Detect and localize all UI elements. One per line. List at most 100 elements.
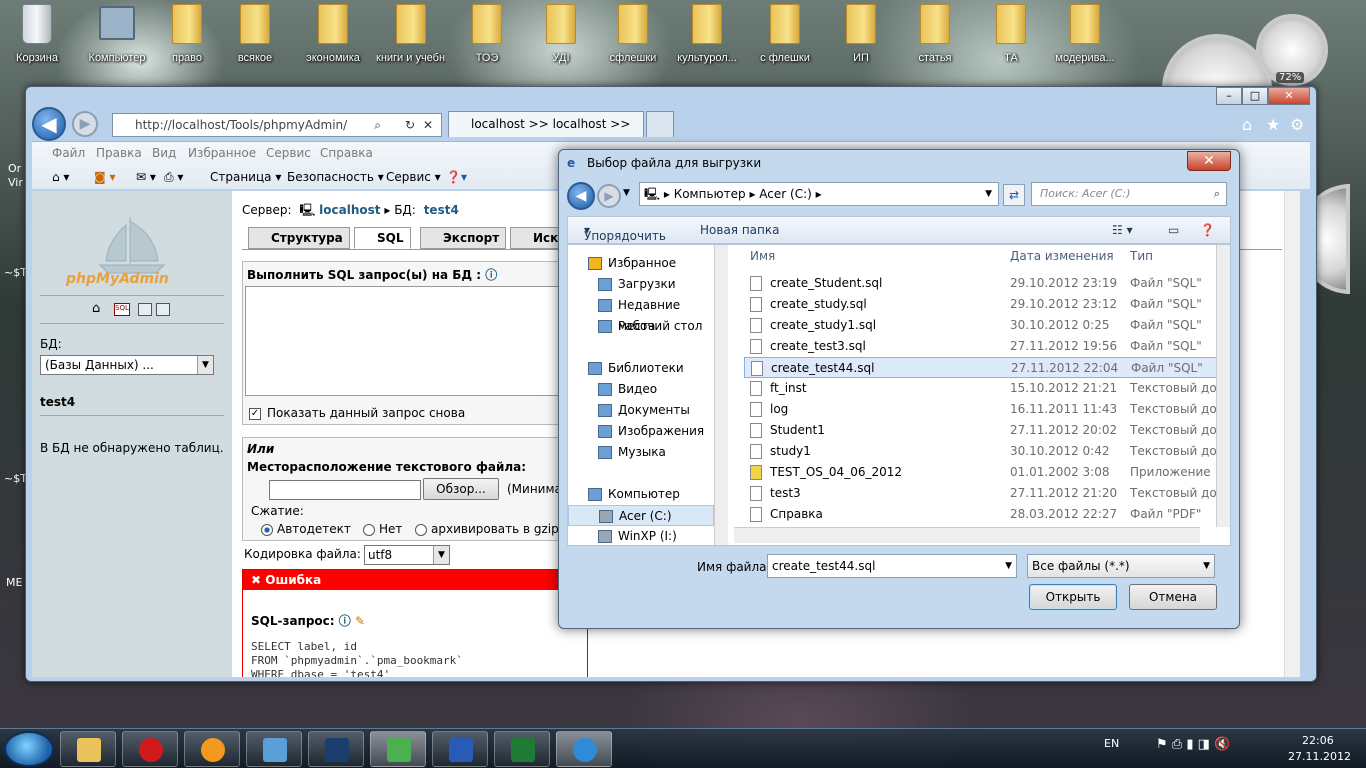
nav-item[interactable]: Рабочий стол bbox=[568, 316, 714, 337]
desktop-icon[interactable]: Компьютер bbox=[82, 4, 152, 66]
open-button[interactable]: Открыть bbox=[1029, 584, 1117, 610]
refresh-icon[interactable]: ⇄ bbox=[1003, 184, 1025, 206]
search-icon[interactable]: ⌕ bbox=[374, 114, 381, 136]
chevron-down-icon[interactable]: ▼ bbox=[433, 546, 449, 564]
nav-item[interactable]: Загрузки bbox=[568, 274, 714, 295]
desktop-icon[interactable]: право bbox=[152, 4, 222, 66]
filename-input[interactable]: create_test44.sql ▼ bbox=[767, 554, 1017, 578]
menu-tools[interactable]: Сервис bbox=[266, 146, 311, 160]
edit-pencil-icon[interactable]: ✎ bbox=[355, 614, 365, 628]
pma-home-icon[interactable]: ⌂ bbox=[92, 301, 100, 316]
nav-item[interactable]: Избранное bbox=[568, 253, 714, 274]
path-drive[interactable]: Acer (C:) bbox=[759, 187, 812, 201]
dialog-close-button[interactable]: ✕ bbox=[1187, 151, 1231, 171]
start-button[interactable] bbox=[4, 731, 54, 767]
file-row[interactable]: create_Student.sql 29.10.2012 23:19 Файл "… bbox=[744, 273, 1224, 294]
recent-pages-icon[interactable]: ▼ bbox=[623, 188, 630, 198]
taskbar-excel[interactable] bbox=[494, 731, 550, 767]
preview-pane-icon[interactable]: ▭ bbox=[1168, 223, 1179, 237]
menu-file[interactable]: Файл bbox=[52, 146, 85, 160]
gear-icon[interactable]: ⚙ bbox=[1290, 115, 1304, 134]
page-menu[interactable]: Страница ▾ bbox=[210, 170, 281, 184]
column-date[interactable]: Дата изменения bbox=[1010, 249, 1114, 263]
file-row[interactable]: log 16.11.2011 11:43 Текстовый докум bbox=[744, 399, 1230, 420]
file-row[interactable]: create_test44.sql 27.11.2012 22:04 Файл "S… bbox=[744, 357, 1224, 378]
help-icon[interactable]: ⓘ bbox=[485, 268, 497, 282]
nav-item[interactable]: Компьютер bbox=[568, 484, 714, 505]
server-link[interactable]: localhost bbox=[319, 203, 380, 217]
new-folder-button[interactable]: Новая папка bbox=[700, 223, 779, 237]
organize-button[interactable]: Упорядочить ▾ bbox=[584, 223, 666, 243]
chevron-down-icon[interactable]: ▼ bbox=[1203, 555, 1210, 577]
desktop-icon[interactable]: с флешки bbox=[750, 4, 820, 66]
desktop-icon[interactable]: ТОЭ bbox=[452, 4, 522, 66]
nav-item[interactable]: Библиотеки bbox=[568, 358, 714, 379]
file-row[interactable]: test3 27.11.2012 21:20 Текстовый докум bbox=[744, 483, 1230, 504]
path-bar[interactable]: 🖳 ▸ Компьютер ▸ Acer (C:) ▸ ▼ bbox=[639, 182, 999, 206]
tab-structure[interactable]: Структура bbox=[248, 227, 350, 249]
desktop-icon[interactable]: сфлешки bbox=[598, 4, 668, 66]
column-type[interactable]: Тип bbox=[1130, 249, 1153, 263]
radio-auto[interactable] bbox=[261, 524, 273, 536]
encoding-select[interactable]: utf8 ▼ bbox=[364, 545, 450, 565]
pma-query-icon[interactable] bbox=[138, 303, 152, 316]
maximize-button[interactable]: □ bbox=[1242, 87, 1268, 105]
tab-sql[interactable]: SQL bbox=[354, 227, 411, 249]
help-icon[interactable]: ❓▾ bbox=[446, 170, 467, 184]
help-icon[interactable]: ❓ bbox=[1200, 223, 1215, 237]
nav-item[interactable]: Acer (C:) bbox=[568, 505, 714, 526]
db-crumb-link[interactable]: test4 bbox=[424, 203, 459, 217]
search-input[interactable]: Поиск: Acer (C:) ⌕ bbox=[1031, 182, 1227, 206]
print-icon[interactable]: ⎙ ▾ bbox=[164, 170, 183, 185]
desktop-icon[interactable]: книги и учебники bbox=[376, 4, 446, 66]
security-menu[interactable]: Безопасность ▾ bbox=[287, 170, 384, 184]
file-row[interactable]: Справка 28.03.2012 22:27 Файл "PDF" bbox=[744, 504, 1224, 525]
dialog-forward-button[interactable]: ▶ bbox=[597, 184, 621, 208]
service-menu[interactable]: Сервис ▾ bbox=[386, 170, 441, 184]
taskbar-ie[interactable] bbox=[556, 731, 612, 767]
desktop-icon[interactable]: всякое bbox=[220, 4, 290, 66]
path-computer[interactable]: Компьютер bbox=[674, 187, 746, 201]
back-button[interactable]: ◀ bbox=[32, 107, 66, 141]
nav-item[interactable]: Видео bbox=[568, 379, 714, 400]
desktop-icon[interactable]: УДІ bbox=[526, 4, 596, 66]
file-row[interactable]: create_study.sql 29.10.2012 23:12 Файл "SQ… bbox=[744, 294, 1224, 315]
browser-tab[interactable]: localhost >> localhost >> t... bbox=[448, 111, 644, 155]
radio-none[interactable] bbox=[363, 524, 375, 536]
nav-item[interactable]: WinXP (I:) bbox=[568, 526, 714, 545]
browse-button[interactable]: Обзор... bbox=[423, 478, 499, 500]
chevron-down-icon[interactable]: ▼ bbox=[1005, 555, 1012, 577]
file-row[interactable]: TEST_OS_04_06_2012 01.01.2002 3:08 Приложе… bbox=[744, 462, 1224, 483]
taskbar-opera[interactable] bbox=[122, 731, 178, 767]
close-button[interactable]: ✕ bbox=[1268, 87, 1310, 105]
mail-icon[interactable]: ✉ ▾ bbox=[136, 170, 156, 184]
favorites-icon[interactable]: ★ bbox=[1266, 115, 1280, 134]
nav-item[interactable]: Недавние места bbox=[568, 295, 714, 333]
desktop-icon[interactable]: ИП bbox=[826, 4, 896, 66]
path-arrow[interactable]: ▸ bbox=[749, 187, 759, 201]
forward-button[interactable]: ▶ bbox=[72, 111, 98, 137]
menu-edit[interactable]: Правка bbox=[96, 146, 142, 160]
minimize-button[interactable]: – bbox=[1216, 87, 1242, 105]
pma-docs-icon[interactable] bbox=[156, 303, 170, 316]
list-scrollbar[interactable] bbox=[1216, 245, 1230, 527]
horizontal-scrollbar[interactable] bbox=[734, 527, 1200, 543]
path-arrow[interactable]: ▸ bbox=[816, 187, 822, 201]
desktop-icon[interactable]: модерива... bbox=[1050, 4, 1120, 66]
file-row[interactable]: ft_inst 15.10.2012 21:21 Текстовый докум bbox=[744, 378, 1230, 399]
desktop-icon[interactable]: статья bbox=[900, 4, 970, 66]
path-arrow[interactable]: ▸ bbox=[664, 187, 674, 201]
pma-sql-icon[interactable]: SQL bbox=[114, 303, 130, 316]
desktop-icon[interactable]: экономика bbox=[298, 4, 368, 66]
view-options-icon[interactable]: ☷ ▾ bbox=[1112, 223, 1133, 237]
new-tab-button[interactable] bbox=[646, 111, 674, 137]
stop-icon[interactable]: ✕ bbox=[423, 114, 433, 136]
nav-item[interactable]: Документы bbox=[568, 400, 714, 421]
home-toolbar-icon[interactable]: ⌂ ▾ bbox=[52, 170, 69, 184]
tray-icons[interactable]: ⚑ ⎙ ▮ ◨ 🔇 bbox=[1156, 737, 1230, 752]
nav-item[interactable]: Изображения bbox=[568, 421, 714, 442]
page-scrollbar[interactable] bbox=[1284, 191, 1300, 677]
taskbar-word[interactable] bbox=[432, 731, 488, 767]
file-row[interactable]: create_test3.sql 27.11.2012 19:56 Файл "SQ… bbox=[744, 336, 1224, 357]
taskbar-media[interactable] bbox=[184, 731, 240, 767]
